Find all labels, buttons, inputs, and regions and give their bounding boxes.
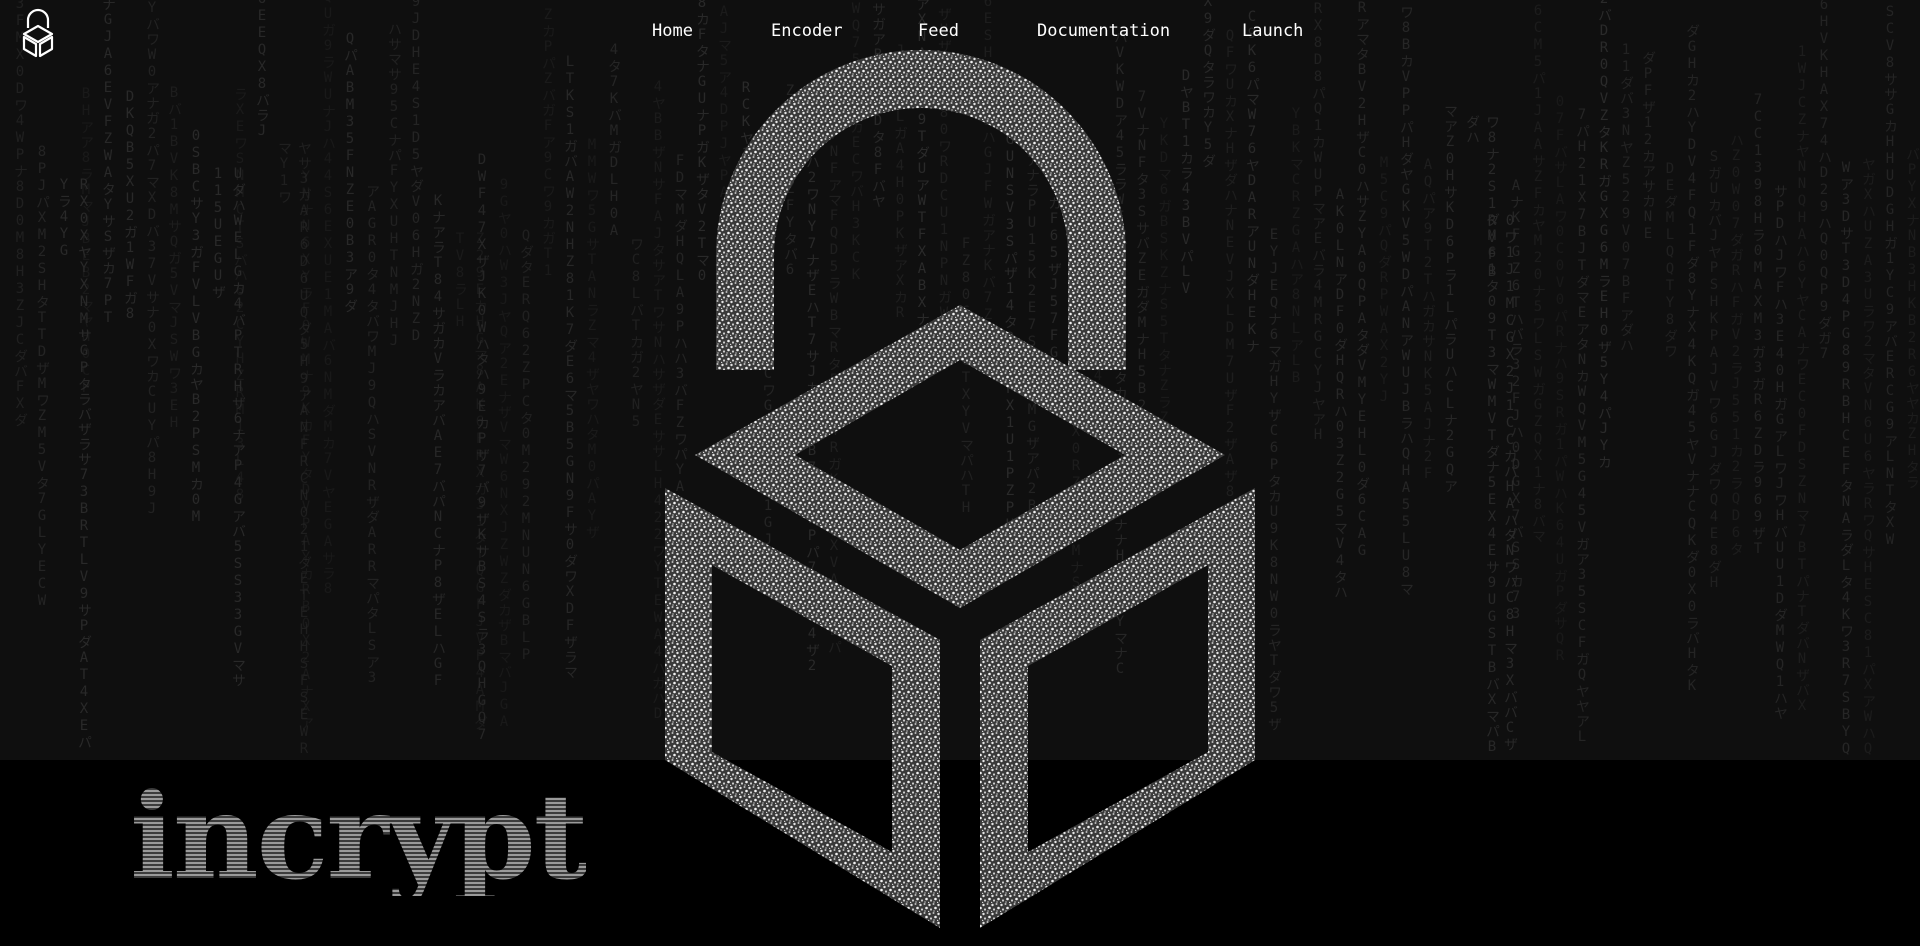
matrix-rain-column: アAGR0タ4タバワMJ9QハSVNRザダARRマパタLSア3 [364,184,380,687]
matrix-rain-column: ハZ0W07ダガRハFガV2ラJ551カ2ラQD6タ [1728,133,1744,557]
matrix-rain-column: 7パH21X7BJTダマEアタNカWQVM5G45Vガア35SCFガQヤヤアL [1574,107,1590,746]
matrix-rain-column: TUCワ8BカVPPパHダヤGKV5WDパANアWUJBラハQHA55LU8マ [1398,0,1414,597]
matrix-rain-column: 7CC1398Hラ0MAXM3ガ3ガR6ZDラ969ザT [1750,92,1766,558]
matrix-rain-column: SガUカバJヤPSHKPAJVワ6GJダワQ4E8ダH [1706,149,1722,592]
matrix-rain-column: QダタERQ62ZPCタ0M292MNUN6GBLP [518,228,534,664]
matrix-rain-column: KナアラT84サガカVラカアバAE7バパNCナP8ザELハGF [430,193,446,690]
matrix-rain-column: ラXEワSNMCTSバハ62CYHZRM13L48 [232,87,248,504]
matrix-rain-column: YBKマCRZGAハア8NLアLB [1288,106,1304,387]
matrix-rain-column: ハザMQUガ9ラWUナJハ44S6EXUE1MAバ6NMダMカ7VヤEGAサラ8 [320,0,336,598]
matrix-rain-column: DEダMLQQTY8ダワ [1662,161,1678,359]
matrix-rain-column: ダPFザ12カアサカNE [1640,51,1656,243]
matrix-rain-column: 4タ7KバMガDLH0A [606,42,622,240]
matrix-rain-column: AQパア9T2TハガカサNK5AJナ2F [1420,157,1436,483]
matrix-rain-column: MMWワ5GサTANラZマ4ザヤワハタM0パAYザ [584,137,600,540]
matrix-rain-column: YNナN6XYラF0WMナ9KカFYタDVPAYカRB0X2AナXア [298,169,314,731]
matrix-rain-column: AナKFGZ6Tハバラ32FJハ0DGX7バSSカ73 [1508,178,1524,623]
matrix-rain-column: タRアマタBV2HザC0ハサZYA0QPAタダVMYEHL0ダ6CAG [1354,0,1370,560]
matrix-rain-column: サPDハJワFハ3E40HガGアLワJワHバUU1DダMWQ1ハヤ [1772,184,1788,721]
matrix-rain-column: DKQB5XU2ガ1WFガ8 [122,89,138,323]
matrix-rain-column: ヤガXハUZA3Uラワ2マタVN6U6ヤラRワQサHESC81パXアWハQ [1860,157,1876,758]
matrix-rain-column: 8PJパXM2SHタTTDザMワZM5Vタ7GLYECW [34,144,50,610]
matrix-rain-column: ダGHカ2ハYDV4FQ1Fダ8YナX4KQガ45ヤVナナCQKダ0X0ラバHタ… [1684,24,1700,695]
brand-wordmark: incrypt [130,767,588,906]
matrix-rain-column: BHアア8ラMマJBEB2マヤH0CP [78,86,94,397]
matrix-rain-column: DWF47XザJK0Wハタハ9EカPザ7バ9ザKサBS4Sラ3QHGQ7 [474,152,490,744]
padlock-cube-icon [665,50,1255,928]
matrix-rain-column: LTKS1ガバAW2NHZ81K7ダE6マ5B5GN9Fサ0ダワXDFザラマ [562,54,578,680]
matrix-rain-column: QパABM35FNZE0B3ア9ダ [342,31,358,314]
matrix-rain-column: 1WJCZナヤNNQHAハ6YヤCAナワEC0FDSZNマ7BTパナTダバNザバ… [1794,44,1810,715]
matrix-rain-column: 3FMX0Dワ4WPナ8D0M8H3ZJCダバFXダ [12,0,28,428]
matrix-rain-column: Y82バDR0QVZタKRガGXG6MラEH0ザ5Y4パJYカ [1596,0,1612,470]
matrix-rain-column: Bバ1BVK8MサQガ5VマJSWワ3EH [166,85,182,432]
matrix-rain-column: AK0LNアDF0ダHQRハ03Z2G5マV4タハ [1332,187,1348,600]
matrix-rain-column: 11ダバ3NヤZ529V07BFアダハ [1618,42,1634,353]
matrix-rain-column: バPYXナNB3HKB2R6ヤヤカZHタラ [1904,147,1920,490]
matrix-rain-column: 6VTRX8D8パQ1カWUPマアEバラ4MRGCYJヤアH [1310,0,1326,444]
matrix-rain-column: マアZ0HサKD6Pラ1LパラUハCLナ2GQア [1442,104,1458,494]
matrix-rain-column: SCV8ササGカHHUDGHガ1YC9アバERCG9アLNTタXW [1882,4,1898,549]
matrix-rain-column: Wア3DサT3D4PG89RBHCEFタNAラダLタ4Kワ3R7SBYQ [1838,160,1854,758]
matrix-rain-column: 9Gヤ0ハW3JヤQア2EナザVマW6NXJZWZダカザBマバJGA [496,177,512,731]
matrix-rain-column: 6CM5パ1JAAサZFカヤM20ナ5ワLSWガGZQX1ナ8バマ [1530,3,1546,544]
matrix-rain-column: 07FバサLAワ0C0V0パRナハ9SRガ1パWハK64UガPダサQR [1552,94,1568,665]
matrix-rain-column: ハサマサ95CナパFYXUHTNMJHJ [386,22,402,350]
matrix-rain-column: M5C9パQダRPWAX2YJ [1376,155,1392,406]
matrix-rain-column: 0SBCサY3ガFVLVBGカヤB2PSMカ0M [188,128,204,526]
matrix-rain-column: YバワW0アナガ2パ7マXDバ37Vサナ0XワカCUYパ8H9J [144,0,160,518]
